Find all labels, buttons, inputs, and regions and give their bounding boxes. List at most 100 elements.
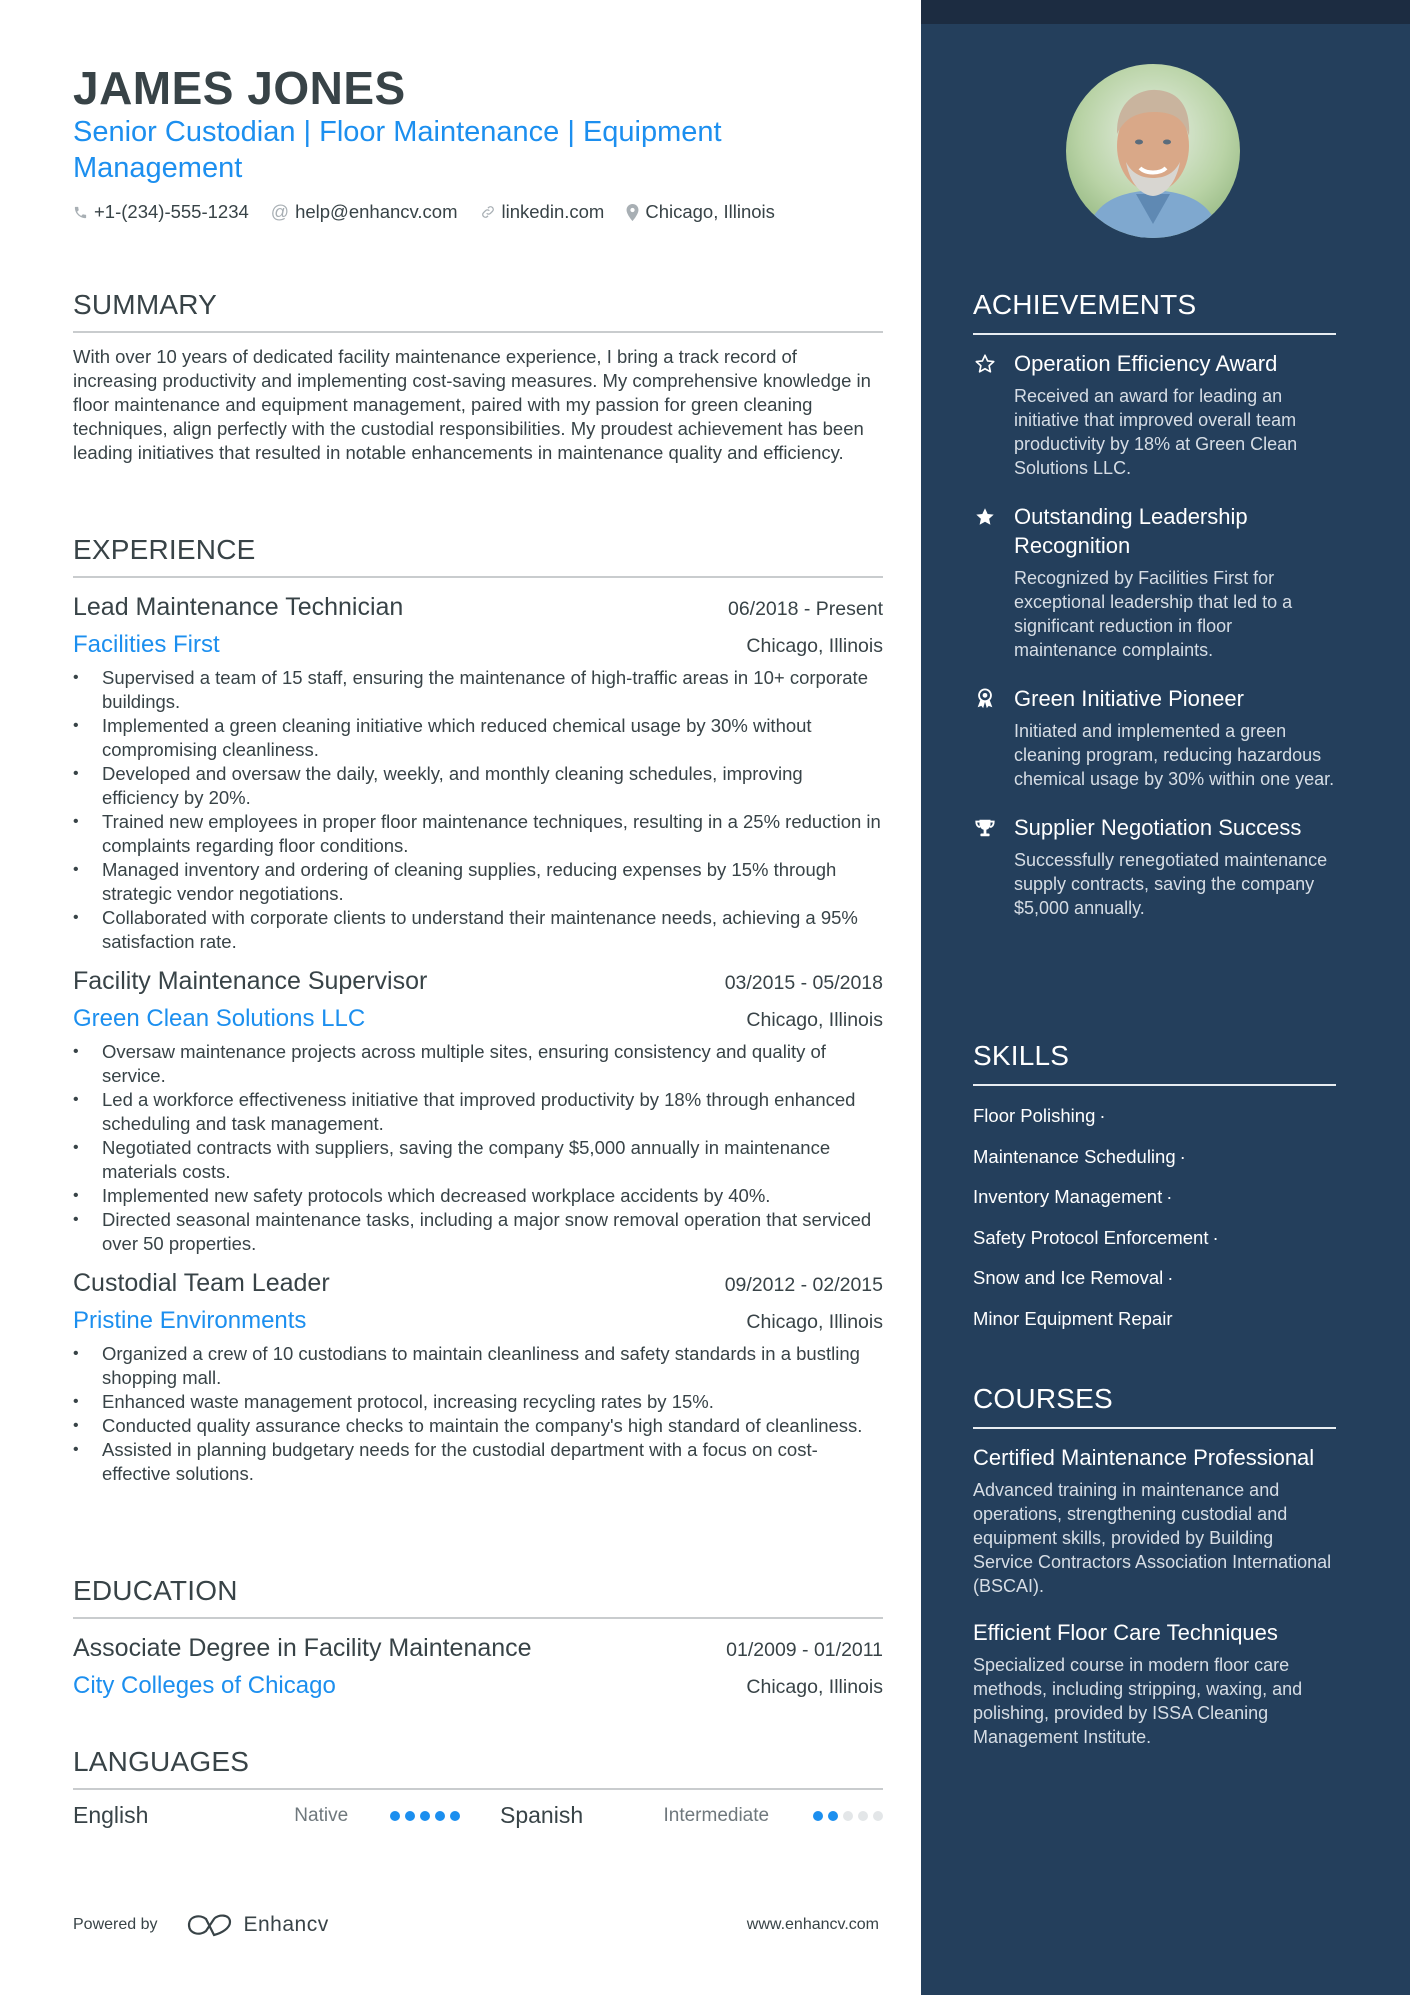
- bullet: Supervised a team of 15 staff, ensuring …: [73, 666, 883, 714]
- powered-by-label: Powered by: [73, 1916, 158, 1933]
- contact-linkedin-text: linkedin.com: [501, 201, 605, 222]
- footer: Powered by Enhancv www.enhancv.com: [73, 1913, 883, 1937]
- bullet: Managed inventory and ordering of cleani…: [73, 858, 883, 906]
- bullet: Collaborated with corporate clients to u…: [73, 906, 883, 954]
- course-item: Efficient Floor Care Techniques Speciali…: [973, 1618, 1336, 1749]
- contact-location: Chicago, Illinois: [626, 201, 775, 223]
- company-name[interactable]: Green Clean Solutions LLC: [73, 1002, 365, 1036]
- skill-separator: ·: [1167, 1267, 1174, 1288]
- rating-dot-empty: [873, 1810, 884, 1821]
- rating-dot-empty: [858, 1810, 869, 1821]
- achievement-desc: Received an award for leading an initiat…: [1014, 386, 1298, 478]
- achievement-title: Outstanding Leadership Recognition: [1014, 504, 1248, 558]
- bullet: Assisted in planning budgetary needs for…: [73, 1438, 883, 1486]
- skill-separator: ·: [1099, 1105, 1106, 1126]
- bullet: Organized a crew of 10 custodians to mai…: [73, 1342, 883, 1390]
- award-ribbon-icon: [973, 687, 997, 711]
- degree-title: Associate Degree in Facility Maintenance: [73, 1634, 532, 1662]
- job-entry: Custodial Team Leader 09/2012 - 02/2015 …: [73, 1266, 883, 1486]
- language-name: English: [73, 1802, 149, 1828]
- school-name[interactable]: City Colleges of Chicago: [73, 1669, 336, 1703]
- at-icon: @: [270, 201, 290, 222]
- rating-dot-filled: [390, 1810, 400, 1821]
- avatar: [1066, 64, 1240, 238]
- course-title: Efficient Floor Care Techniques: [973, 1620, 1278, 1645]
- skill-label: Inventory Management: [973, 1186, 1163, 1207]
- achievement-item: Green Initiative Pioneer Initiated and i…: [973, 684, 1336, 791]
- summary-heading: SUMMARY: [73, 289, 883, 333]
- education-heading: EDUCATION: [73, 1575, 883, 1619]
- achievement-desc: Successfully renegotiated maintenance su…: [1014, 850, 1328, 918]
- enhancv-logo[interactable]: Enhancv: [186, 1913, 329, 1937]
- achievement-title: Supplier Negotiation Success: [1014, 815, 1302, 840]
- experience-heading: EXPERIENCE: [73, 534, 883, 578]
- enhancv-logo-icon: [187, 1914, 231, 1937]
- course-item: Certified Maintenance Professional Advan…: [973, 1443, 1336, 1598]
- language-level: Intermediate: [663, 1804, 770, 1826]
- job-bullets: Organized a crew of 10 custodians to mai…: [73, 1342, 883, 1486]
- contact-linkedin[interactable]: linkedin.com: [480, 201, 605, 223]
- trophy-icon: [973, 816, 997, 840]
- achievement-desc: Recognized by Facilities First for excep…: [1014, 568, 1293, 660]
- job-bullets: Oversaw maintenance projects across mult…: [73, 1040, 883, 1256]
- rating-dot-filled: [813, 1810, 824, 1821]
- languages-row: English Native Spanish Intermediate: [73, 1802, 884, 1829]
- education-dates: 01/2009 - 01/2011: [726, 1639, 883, 1661]
- job-dates: 03/2015 - 05/2018: [724, 972, 883, 994]
- achievement-item: Supplier Negotiation Success Successfull…: [973, 813, 1336, 920]
- skill-item: Safety Protocol Enforcement ·: [973, 1226, 1336, 1250]
- skill-item: Floor Polishing ·: [973, 1104, 1336, 1128]
- job-entry: Lead Maintenance Technician 06/2018 - Pr…: [73, 590, 883, 954]
- skill-label: Floor Polishing: [973, 1105, 1096, 1126]
- job-title: Lead Maintenance Technician: [73, 593, 404, 621]
- courses-heading: COURSES: [973, 1383, 1336, 1429]
- link-icon: [480, 204, 496, 220]
- job-location: Chicago, Illinois: [746, 1009, 883, 1031]
- skill-label: Safety Protocol Enforcement: [973, 1226, 1209, 1248]
- phone-icon: [73, 205, 88, 220]
- language-rating: [813, 1810, 884, 1821]
- contact-location-text: Chicago, Illinois: [645, 201, 775, 222]
- achievements-heading: ACHIEVEMENTS: [973, 289, 1336, 335]
- bullet: Oversaw maintenance projects across mult…: [73, 1040, 883, 1088]
- skill-label: Minor Equipment Repair: [973, 1307, 1173, 1329]
- company-name[interactable]: Facilities First: [73, 628, 220, 662]
- company-name[interactable]: Pristine Environments: [73, 1304, 306, 1338]
- contact-phone-text: +1-(234)-555-1234: [94, 201, 249, 222]
- job-dates: 09/2012 - 02/2015: [724, 1274, 883, 1296]
- footer-url[interactable]: www.enhancv.com: [747, 1916, 879, 1934]
- rating-dot-filled: [420, 1810, 430, 1821]
- course-title: Certified Maintenance Professional: [973, 1445, 1315, 1470]
- contact-bar: +1-(234)-555-1234 @ help@enhancv.com lin…: [73, 201, 797, 223]
- bullet: Led a workforce effectiveness initiative…: [73, 1088, 883, 1136]
- skill-item: Minor Equipment Repair: [973, 1307, 1336, 1331]
- skill-item: Inventory Management ·: [973, 1185, 1336, 1209]
- candidate-name: JAMES JONES: [73, 62, 406, 114]
- contact-email[interactable]: @ help@enhancv.com: [271, 201, 458, 223]
- education-section: EDUCATION Associate Degree in Facility M…: [73, 1575, 883, 1703]
- rating-dot-empty: [843, 1810, 854, 1821]
- achievement-desc: Initiated and implemented a green cleani…: [1014, 721, 1335, 789]
- languages-section: LANGUAGES English Native Spanish Interme…: [73, 1746, 884, 1829]
- job-entry: Facility Maintenance Supervisor 03/2015 …: [73, 964, 883, 1256]
- skills-section: SKILLS Floor Polishing · Maintenance Sche…: [973, 1040, 1336, 1347]
- job-title: Facility Maintenance Supervisor: [73, 967, 428, 995]
- language-rating: [390, 1810, 460, 1821]
- contact-email-text: help@enhancv.com: [295, 201, 458, 222]
- achievement-item: Outstanding Leadership Recognition Recog…: [973, 502, 1336, 662]
- course-desc: Specialized course in modern floor care …: [973, 1655, 1303, 1747]
- candidate-headline: Senior Custodian | Floor Maintenance | E…: [73, 116, 722, 184]
- contact-phone[interactable]: +1-(234)-555-1234: [73, 201, 249, 223]
- bullet: Enhanced waste management protocol, incr…: [73, 1390, 883, 1414]
- rating-dot-filled: [435, 1810, 445, 1821]
- job-location: Chicago, Illinois: [746, 1311, 883, 1333]
- language-level: Native: [294, 1804, 349, 1826]
- courses-section: COURSES Certified Maintenance Profession…: [973, 1383, 1336, 1769]
- job-title: Custodial Team Leader: [73, 1269, 330, 1297]
- course-desc: Advanced training in maintenance and ope…: [973, 1480, 1332, 1596]
- bullet: Implemented a green cleaning initiative …: [73, 714, 883, 762]
- achievement-title: Operation Efficiency Award: [1014, 351, 1278, 376]
- education-location: Chicago, Illinois: [746, 1676, 883, 1698]
- skill-separator: ·: [1166, 1186, 1173, 1207]
- job-bullets: Supervised a team of 15 staff, ensuring …: [73, 666, 883, 954]
